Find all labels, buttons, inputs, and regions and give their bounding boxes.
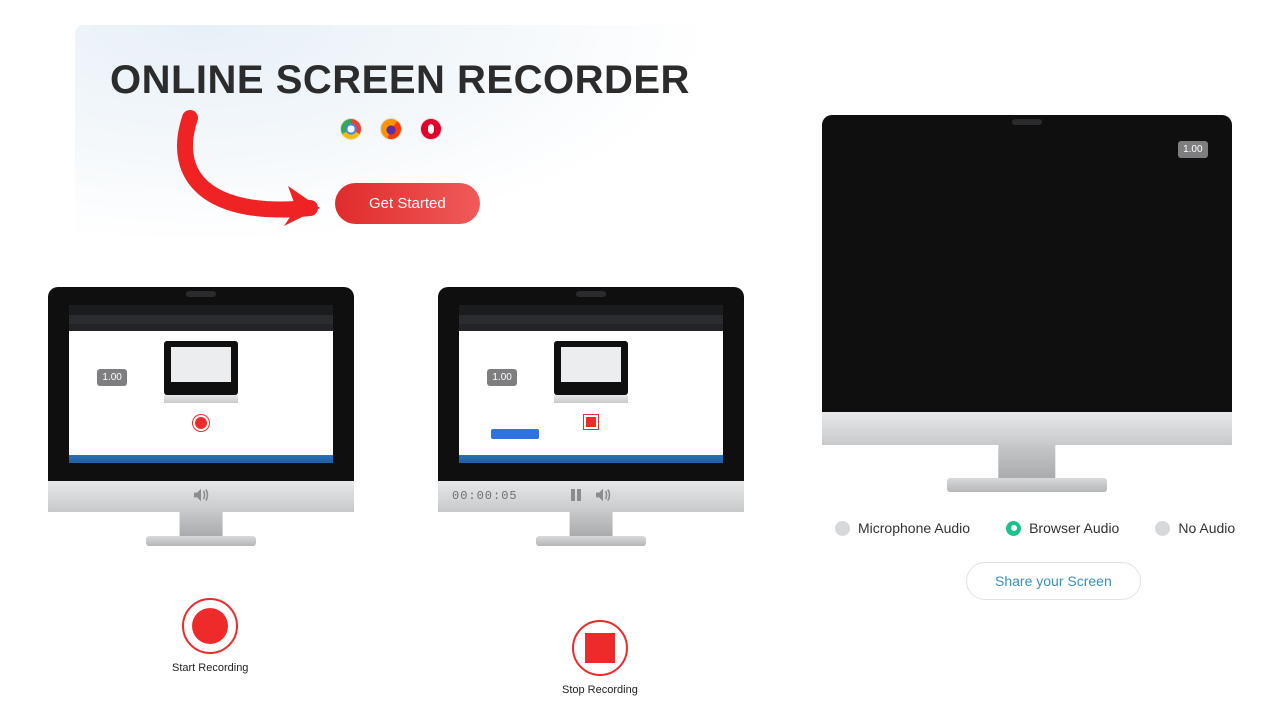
radio-icon <box>835 521 850 536</box>
monitor-screen: 1.00 <box>69 305 332 463</box>
stop-square-icon <box>584 415 598 429</box>
webcam-icon <box>186 291 216 297</box>
record-dot-icon <box>192 608 228 644</box>
record-dot-icon <box>193 415 209 431</box>
monitor-foot <box>536 536 646 546</box>
zoom-badge: 1.00 <box>97 369 126 386</box>
stop-square-icon <box>585 633 615 663</box>
audio-option-label: No Audio <box>1178 520 1235 536</box>
sound-icon <box>593 488 613 505</box>
start-recording-control: Start Recording <box>172 598 248 674</box>
audio-option-none[interactable]: No Audio <box>1155 520 1235 536</box>
sound-icon <box>191 488 211 505</box>
stop-recording-control: Stop Recording <box>562 620 638 696</box>
monitor-neck <box>570 512 613 538</box>
audio-option-label: Browser Audio <box>1029 520 1119 536</box>
audio-options-row: Microphone Audio Browser Audio No Audio <box>835 520 1235 536</box>
share-screen-button[interactable]: Share your Screen <box>966 562 1141 600</box>
monitor-bezel: 1.00 <box>822 115 1232 445</box>
monitor-foot <box>947 478 1107 492</box>
callout-arrow-icon <box>150 108 350 238</box>
monitor-share-screen: 1.00 <box>822 115 1232 445</box>
start-recording-button[interactable] <box>182 598 238 654</box>
firefox-icon <box>380 118 402 140</box>
monitor-neck <box>180 512 223 538</box>
zoom-badge: 1.00 <box>1178 141 1207 158</box>
audio-option-microphone[interactable]: Microphone Audio <box>835 520 970 536</box>
radio-icon <box>1155 521 1170 536</box>
monitor-chin: 00:00:05 <box>438 481 744 513</box>
stop-recording-label: Stop Recording <box>562 684 638 696</box>
stop-recording-button[interactable] <box>572 620 628 676</box>
monitor-foot <box>146 536 256 546</box>
app-window-mock: 1.00 <box>69 305 332 463</box>
get-started-button[interactable]: Get Started <box>335 183 480 224</box>
share-prompt-button <box>491 429 539 439</box>
start-recording-label: Start Recording <box>172 662 248 674</box>
monitor-start-recording: 1.00 <box>48 287 354 512</box>
monitor-screen: 1.00 <box>840 135 1213 392</box>
webcam-icon <box>1012 119 1042 125</box>
monitor-neck <box>998 445 1055 481</box>
monitor-bezel: 1.00 <box>48 287 354 512</box>
monitor-bezel: 1.00 00:00:05 <box>438 287 744 512</box>
webcam-icon <box>576 291 606 297</box>
app-window-mock: 1.00 <box>459 305 722 463</box>
opera-icon <box>420 118 442 140</box>
monitor-chin <box>48 481 354 513</box>
pause-icon <box>569 488 583 505</box>
zoom-badge: 1.00 <box>487 369 516 386</box>
radio-icon <box>1006 521 1021 536</box>
monitor-stop-recording: 1.00 00:00:05 <box>438 287 744 512</box>
monitor-chin <box>822 412 1232 445</box>
hero-title: ONLINE SCREEN RECORDER <box>110 58 690 103</box>
monitor-screen: 1.00 <box>459 305 722 463</box>
audio-option-browser[interactable]: Browser Audio <box>1006 520 1119 536</box>
audio-option-label: Microphone Audio <box>858 520 970 536</box>
recording-timer: 00:00:05 <box>452 489 518 503</box>
supported-browsers-row <box>340 118 442 140</box>
